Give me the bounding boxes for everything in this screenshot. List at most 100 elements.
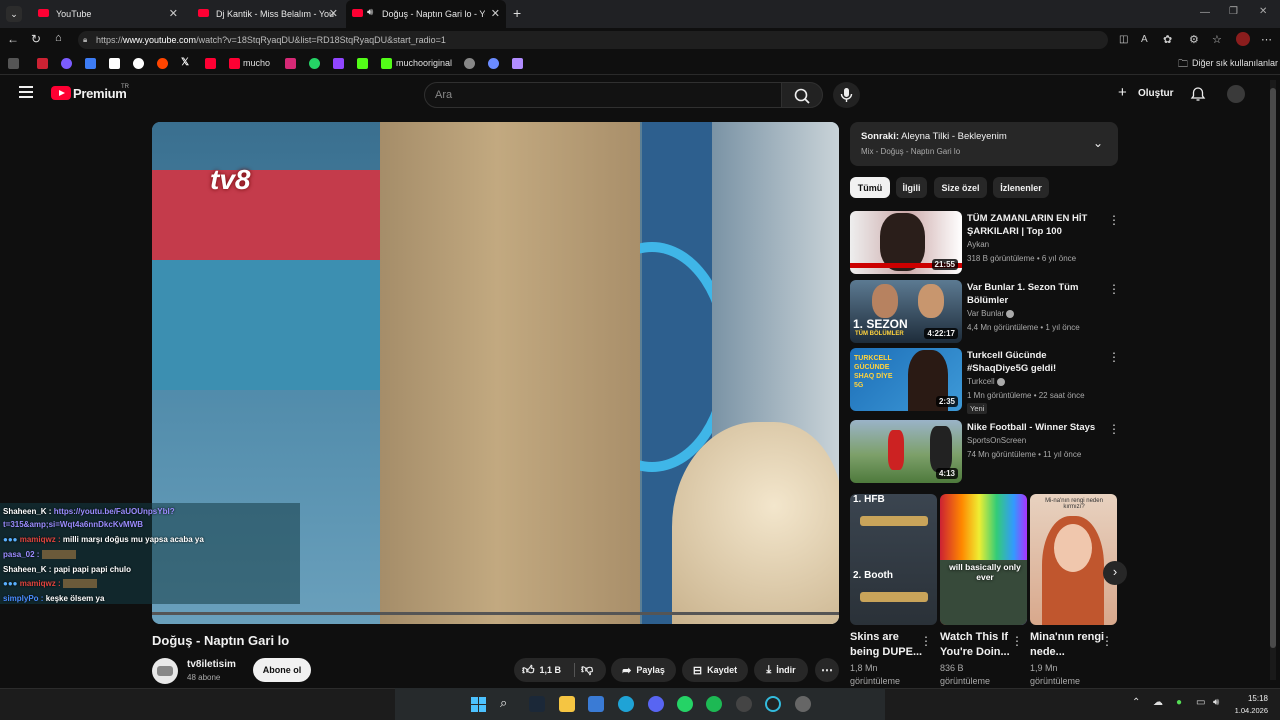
spotify-icon[interactable] (706, 696, 722, 712)
app-icon[interactable] (795, 696, 811, 712)
browser-menu-icon[interactable]: ⋯ (1261, 33, 1272, 46)
google-icon[interactable] (133, 58, 144, 69)
chip-for-you[interactable]: Size özel (934, 177, 987, 198)
short-title[interactable]: Watch This If You're Doin... (940, 630, 1018, 660)
tab-dj-kantik[interactable]: Dj Kantik - Miss Belalım - YouTube ✕ (186, 0, 344, 28)
more-options-icon[interactable]: ⋮ (1108, 213, 1120, 227)
chevron-down-icon[interactable]: ⌄ (1093, 136, 1103, 150)
tab-close-icon[interactable]: ✕ (169, 7, 178, 20)
home-icon[interactable]: ⌂ (55, 32, 62, 44)
close-window-icon[interactable]: ✕ (1259, 6, 1267, 17)
thumbs-up-icon[interactable]: 👍︎ (522, 663, 535, 678)
clock-time[interactable]: 15:18 (1246, 694, 1268, 703)
video-title[interactable]: Var Bunlar 1. Sezon Tüm Bölümler (967, 281, 1102, 307)
kick-icon[interactable] (357, 58, 368, 69)
x-twitter-icon[interactable]: 𝕏 (181, 57, 189, 68)
tab-youtube[interactable]: YouTube ✕ (26, 0, 184, 28)
windows-start-icon[interactable] (471, 697, 486, 712)
save-button[interactable]: ⊟ Kaydet (682, 658, 748, 682)
search-button[interactable] (781, 82, 823, 108)
tab-close-icon[interactable]: ✕ (491, 7, 500, 20)
split-screen-icon[interactable]: ◫ (1119, 34, 1128, 45)
channel-name[interactable]: SportsOnScreen (967, 436, 1026, 445)
youtube-bookmark-icon[interactable] (229, 58, 240, 69)
channel-name[interactable]: Var Bunlar (967, 309, 1004, 318)
scrollbar-thumb[interactable] (1270, 88, 1276, 648)
bookmark-icon[interactable] (512, 58, 523, 69)
short-title[interactable]: Mina'nın rengi nede... (1030, 630, 1108, 660)
bookmark-icon[interactable] (488, 58, 499, 69)
store-icon[interactable] (588, 696, 604, 712)
video-title[interactable]: Turkcell Gücünde #ShaqDiye5G geldi! (967, 349, 1102, 375)
other-bookmarks[interactable]: Diğer sık kullanılanlar (1192, 58, 1278, 68)
video-thumbnail[interactable]: TURKCELL GÜCÜNDE SHAQ DİYE 5G 2:35 (850, 348, 962, 411)
bookmark-icon[interactable] (85, 58, 96, 69)
voice-search-button[interactable] (833, 82, 860, 108)
speaker-icon[interactable]: 🔊︎ (367, 7, 373, 18)
download-button[interactable]: ⤓ İndir (754, 658, 808, 682)
youtube-bookmark-icon[interactable] (205, 58, 216, 69)
short-thumbnail[interactable]: will basically only ever (940, 494, 1027, 625)
more-options-icon[interactable]: ⋮ (1108, 422, 1120, 436)
tab-dogus-active[interactable]: 🔊︎ Doğuş - Naptın Gari lo - YouTube ✕ (346, 0, 506, 28)
discord-icon[interactable] (648, 696, 664, 712)
short-thumbnail[interactable]: 1. HFB 2. Booth (850, 494, 937, 625)
file-explorer-icon[interactable] (559, 696, 575, 712)
back-icon[interactable]: ← (7, 32, 19, 46)
create-button[interactable]: Oluştur (1138, 88, 1174, 99)
instagram-icon[interactable] (285, 58, 296, 69)
chip-watched[interactable]: İzlenenler (993, 177, 1049, 198)
short-thumbnail[interactable]: Mi-na'nın rengi neden kırmızı? (1030, 494, 1117, 625)
chat-text[interactable]: t=315&amp;si=Wqt4a6nnDkcKvMWB (3, 520, 143, 529)
gmail-icon[interactable] (109, 58, 120, 69)
clock-date[interactable]: 1.04.2026 (1230, 706, 1268, 715)
more-options-icon[interactable]: ⋮ (1101, 634, 1113, 648)
refresh-icon[interactable]: ↻ (31, 32, 41, 46)
chat-text[interactable]: https://youtu.be/FaUOUnpsYbl? (54, 507, 175, 516)
notifications-bell-icon[interactable] (1190, 86, 1206, 107)
steam-icon[interactable] (529, 696, 545, 712)
favorites-icon[interactable]: ☆ (1212, 33, 1222, 46)
profile-avatar-icon[interactable] (1236, 32, 1250, 46)
recommendation-item[interactable]: 21:55 TÜM ZAMANLARIN EN HİT ŞARKILARI | … (850, 211, 1120, 275)
channel-name[interactable]: Aykan (967, 240, 989, 249)
account-avatar[interactable] (1227, 85, 1245, 103)
chip-all[interactable]: Tümü (850, 177, 890, 198)
network-icon[interactable]: ▭ (1196, 697, 1205, 708)
app-icon[interactable] (765, 696, 781, 712)
more-options-icon[interactable]: ⋮ (920, 634, 932, 648)
video-thumbnail[interactable]: 1. SEZON TÜM BÖLÜMLER 4:22:17 (850, 280, 962, 343)
volume-icon[interactable]: 🔊︎ (1213, 697, 1219, 708)
more-options-icon[interactable]: ⋮ (1011, 634, 1023, 648)
onedrive-icon[interactable]: ☁ (1153, 697, 1163, 708)
more-options-icon[interactable]: ⋮ (1108, 282, 1120, 296)
video-thumbnail[interactable]: 21:55 (850, 211, 962, 274)
video-thumbnail[interactable]: 4:13 (850, 420, 962, 483)
app-icon[interactable] (736, 696, 752, 712)
share-button[interactable]: ➦ Paylaş (611, 658, 676, 682)
bookmark-icon[interactable] (37, 58, 48, 69)
reading-list-icon[interactable] (8, 58, 19, 69)
taskbar-search-icon[interactable]: ⌕ (500, 695, 507, 711)
video-title[interactable]: TÜM ZAMANLARIN EN HİT ŞARKILARI | Top 10… (967, 212, 1102, 238)
minimize-icon[interactable]: — (1200, 7, 1210, 18)
edge-icon[interactable] (618, 696, 634, 712)
mix-playlist-panel[interactable]: Sonraki: Aleyna Tilki - Bekleyenim Mix -… (850, 122, 1118, 166)
create-plus-icon[interactable]: + (1118, 85, 1127, 100)
whatsapp-icon[interactable] (309, 58, 320, 69)
shorts-next-chevron-icon[interactable]: › (1103, 561, 1127, 585)
restore-icon[interactable]: ❐ (1229, 6, 1238, 17)
extensions-icon[interactable]: ✿ (1163, 33, 1172, 46)
recommendation-item[interactable]: 1. SEZON TÜM BÖLÜMLER 4:22:17 Var Bunlar… (850, 280, 1120, 344)
subscribe-button[interactable]: Abone ol (253, 658, 311, 682)
page-scrollbar[interactable] (1270, 80, 1276, 680)
tray-chevron-icon[interactable]: ⌃ (1132, 697, 1140, 708)
short-title[interactable]: Skins are being DUPE... (850, 630, 928, 660)
channel-avatar[interactable] (152, 658, 178, 684)
url-field[interactable]: 🔒︎ https://www.youtube.com/watch?v=18Stq… (78, 31, 1108, 49)
whatsapp-taskbar-icon[interactable] (677, 696, 693, 712)
chip-related[interactable]: İlgili (896, 177, 927, 198)
like-count[interactable]: 1,1 B (540, 665, 562, 675)
youtube-logo-text[interactable]: Premium (73, 86, 127, 101)
video-title[interactable]: Nike Football - Winner Stays (967, 421, 1102, 434)
